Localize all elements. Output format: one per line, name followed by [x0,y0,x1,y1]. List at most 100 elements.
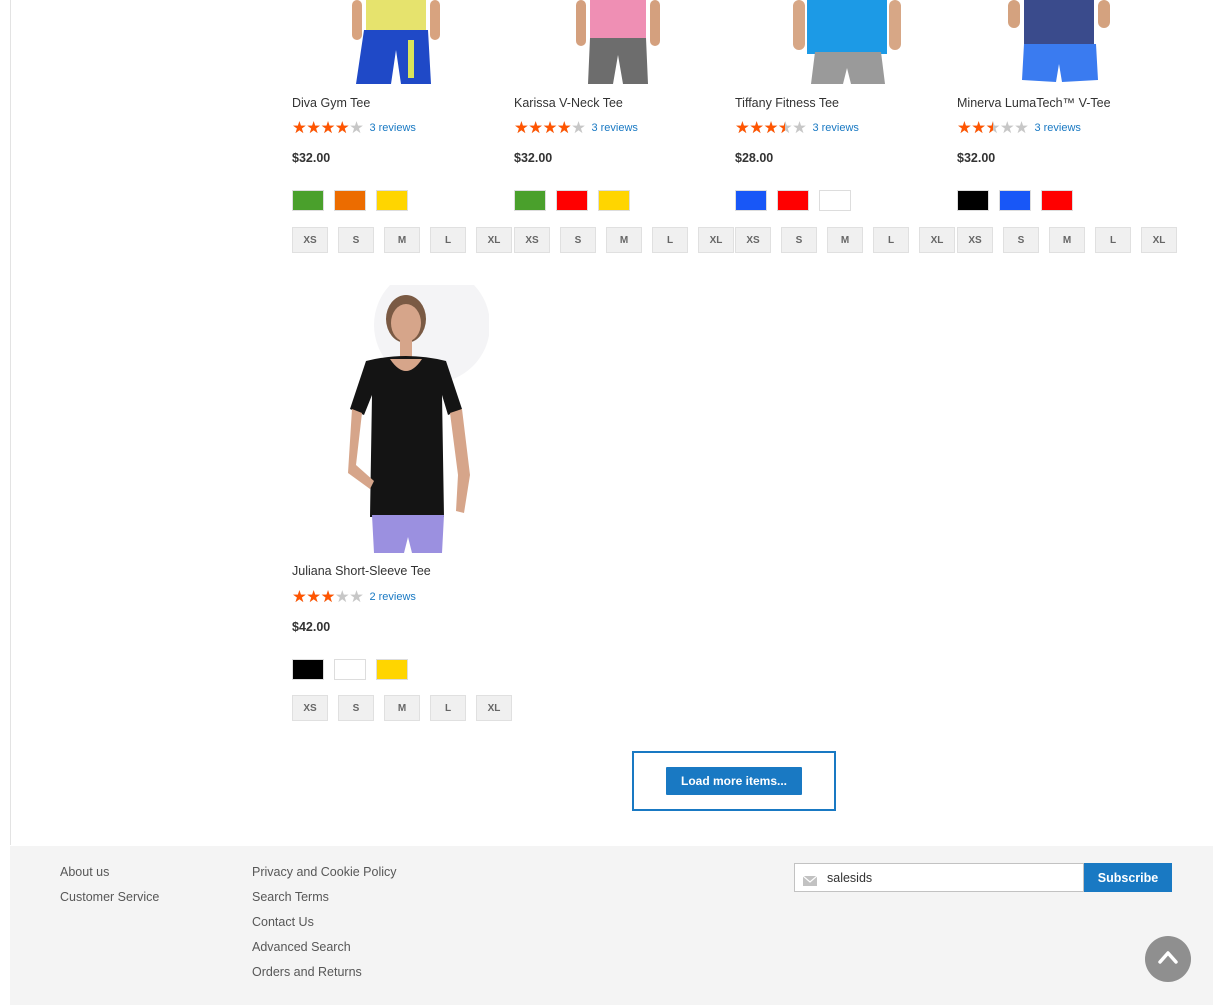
color-swatches [292,190,408,211]
color-swatches [292,659,408,680]
reviews-link[interactable]: 3 reviews [1034,122,1080,134]
product-card-diva-gym-tee: Diva Gym Tee ★★★★★★★★★★ 3 reviews $32.00… [292,0,512,260]
product-price: $32.00 [514,151,553,165]
load-more-button[interactable]: Load more items... [665,767,803,795]
rating-stars: ★★★★★★★★★★ [735,119,807,137]
size-l[interactable]: L [873,227,909,253]
color-swatch-orange[interactable] [334,190,366,211]
color-swatch-yellow[interactable] [598,190,630,211]
rating-stars: ★★★★★★★★★★ [957,119,1029,137]
product-price: $28.00 [735,151,774,165]
product-name[interactable]: Juliana Short-Sleeve Tee [292,564,431,578]
size-m[interactable]: M [384,695,420,721]
product-rating: ★★★★★★★★★★ 3 reviews [957,119,1081,137]
newsletter-email-input[interactable]: salesids [794,863,1084,892]
size-s[interactable]: S [338,227,374,253]
size-xs[interactable]: XS [514,227,550,253]
footer-link-privacy[interactable]: Privacy and Cookie Policy [252,864,397,889]
size-m[interactable]: M [1049,227,1085,253]
color-swatch-green[interactable] [514,190,546,211]
reviews-link[interactable]: 3 reviews [369,122,415,134]
size-swatches: XS S M L XL [957,227,1177,253]
page-footer: About us Customer Service Privacy and Co… [10,846,1213,1005]
product-card-karissa-v-neck-tee: Karissa V-Neck Tee ★★★★★★★★★★ 3 reviews … [514,0,734,260]
color-swatch-black[interactable] [957,190,989,211]
size-xl[interactable]: XL [698,227,734,253]
size-swatches: XS S M L XL [292,227,512,253]
footer-link-orders-returns[interactable]: Orders and Returns [252,964,397,989]
footer-link-advanced-search[interactable]: Advanced Search [252,939,397,964]
product-price: $32.00 [957,151,996,165]
product-name[interactable]: Diva Gym Tee [292,96,370,110]
size-l[interactable]: L [430,227,466,253]
color-swatches [957,190,1073,211]
size-xs[interactable]: XS [292,227,328,253]
size-swatches: XS S M L XL [292,695,512,721]
size-xl[interactable]: XL [919,227,955,253]
size-swatches: XS S M L XL [514,227,734,253]
color-swatch-white[interactable] [819,190,851,211]
product-rating: ★★★★★★★★★★ 3 reviews [292,119,416,137]
size-xs[interactable]: XS [957,227,993,253]
content-divider [10,0,11,845]
size-m[interactable]: M [606,227,642,253]
size-s[interactable]: S [338,695,374,721]
product-card-minerva-lumatech-v-tee: Minerva LumaTech™ V-Tee ★★★★★★★★★★ 3 rev… [957,0,1177,260]
product-rating: ★★★★★★★★★★ 3 reviews [735,119,859,137]
size-xl[interactable]: XL [476,227,512,253]
newsletter-form: salesids Subscribe [794,863,1172,892]
size-l[interactable]: L [652,227,688,253]
color-swatch-red[interactable] [1041,190,1073,211]
product-image[interactable] [1002,0,1117,84]
footer-link-about-us[interactable]: About us [60,864,159,889]
color-swatch-yellow[interactable] [376,190,408,211]
size-s[interactable]: S [560,227,596,253]
product-listing-page: Diva Gym Tee ★★★★★★★★★★ 3 reviews $32.00… [0,0,1213,1005]
back-to-top-button[interactable] [1145,936,1191,982]
footer-link-search-terms[interactable]: Search Terms [252,889,397,914]
color-swatches [735,190,851,211]
reviews-link[interactable]: 3 reviews [591,122,637,134]
size-xl[interactable]: XL [476,695,512,721]
product-image[interactable] [568,0,668,84]
color-swatch-white[interactable] [334,659,366,680]
color-swatch-black[interactable] [292,659,324,680]
size-xs[interactable]: XS [735,227,771,253]
subscribe-button[interactable]: Subscribe [1084,863,1172,892]
footer-links-column-2: Privacy and Cookie Policy Search Terms C… [252,864,397,989]
footer-link-customer-service[interactable]: Customer Service [60,889,159,914]
rating-stars: ★★★★★★★★★★ [292,588,364,606]
product-image[interactable] [789,0,904,84]
product-image[interactable] [346,0,446,84]
color-swatches [514,190,630,211]
product-price: $42.00 [292,620,331,634]
size-xl[interactable]: XL [1141,227,1177,253]
color-swatch-yellow[interactable] [376,659,408,680]
product-image[interactable] [314,285,489,553]
size-l[interactable]: L [430,695,466,721]
product-price: $32.00 [292,151,331,165]
rating-stars: ★★★★★★★★★★ [292,119,364,137]
reviews-link[interactable]: 2 reviews [369,591,415,603]
product-name[interactable]: Tiffany Fitness Tee [735,96,839,110]
reviews-link[interactable]: 3 reviews [812,122,858,134]
color-swatch-blue[interactable] [999,190,1031,211]
footer-links-column-1: About us Customer Service [60,864,159,914]
size-swatches: XS S M L XL [735,227,955,253]
size-m[interactable]: M [827,227,863,253]
product-name[interactable]: Minerva LumaTech™ V-Tee [957,96,1111,110]
product-name[interactable]: Karissa V-Neck Tee [514,96,623,110]
color-swatch-red[interactable] [556,190,588,211]
size-xs[interactable]: XS [292,695,328,721]
footer-link-contact-us[interactable]: Contact Us [252,914,397,939]
size-l[interactable]: L [1095,227,1131,253]
load-more-container: Load more items... [632,751,836,811]
product-rating: ★★★★★★★★★★ 3 reviews [514,120,638,137]
size-s[interactable]: S [1003,227,1039,253]
color-swatch-blue[interactable] [735,190,767,211]
newsletter-email-value: salesids [827,870,873,885]
size-s[interactable]: S [781,227,817,253]
color-swatch-green[interactable] [292,190,324,211]
color-swatch-red[interactable] [777,190,809,211]
size-m[interactable]: M [384,227,420,253]
